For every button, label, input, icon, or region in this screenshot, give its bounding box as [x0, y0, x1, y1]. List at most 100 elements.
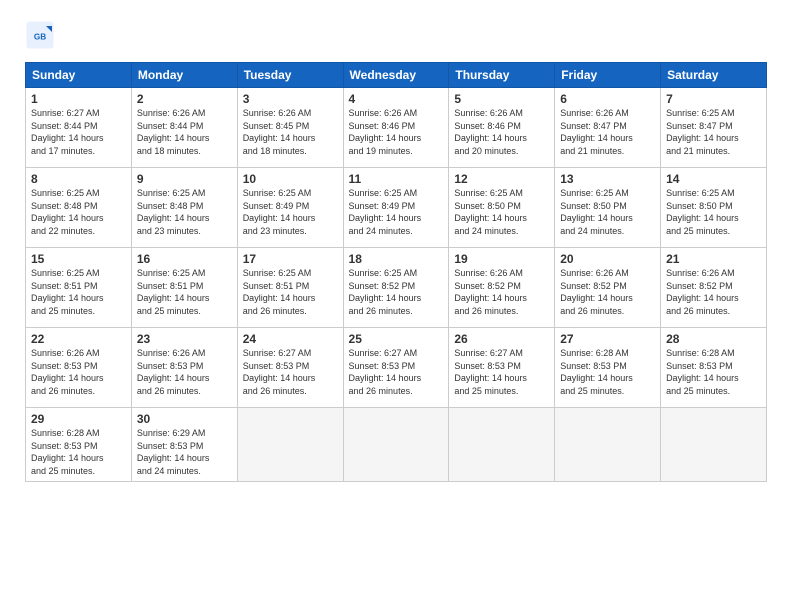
calendar-cell	[449, 408, 555, 482]
cell-details: Sunrise: 6:27 AMSunset: 8:53 PMDaylight:…	[349, 347, 444, 397]
day-number: 23	[137, 332, 232, 346]
calendar-cell: 24Sunrise: 6:27 AMSunset: 8:53 PMDayligh…	[237, 328, 343, 408]
calendar-cell: 5Sunrise: 6:26 AMSunset: 8:46 PMDaylight…	[449, 88, 555, 168]
calendar-cell: 16Sunrise: 6:25 AMSunset: 8:51 PMDayligh…	[131, 248, 237, 328]
cell-details: Sunrise: 6:26 AMSunset: 8:44 PMDaylight:…	[137, 107, 232, 157]
week-row-3: 15Sunrise: 6:25 AMSunset: 8:51 PMDayligh…	[26, 248, 767, 328]
day-number: 11	[349, 172, 444, 186]
day-number: 4	[349, 92, 444, 106]
day-number: 21	[666, 252, 761, 266]
calendar-table: SundayMondayTuesdayWednesdayThursdayFrid…	[25, 62, 767, 482]
cell-details: Sunrise: 6:25 AMSunset: 8:51 PMDaylight:…	[243, 267, 338, 317]
calendar-cell: 7Sunrise: 6:25 AMSunset: 8:47 PMDaylight…	[661, 88, 767, 168]
calendar-cell: 1Sunrise: 6:27 AMSunset: 8:44 PMDaylight…	[26, 88, 132, 168]
calendar-cell	[343, 408, 449, 482]
week-row-4: 22Sunrise: 6:26 AMSunset: 8:53 PMDayligh…	[26, 328, 767, 408]
cell-details: Sunrise: 6:25 AMSunset: 8:49 PMDaylight:…	[243, 187, 338, 237]
calendar-cell: 19Sunrise: 6:26 AMSunset: 8:52 PMDayligh…	[449, 248, 555, 328]
cell-details: Sunrise: 6:26 AMSunset: 8:52 PMDaylight:…	[666, 267, 761, 317]
cell-details: Sunrise: 6:27 AMSunset: 8:44 PMDaylight:…	[31, 107, 126, 157]
cell-details: Sunrise: 6:25 AMSunset: 8:52 PMDaylight:…	[349, 267, 444, 317]
calendar-cell: 21Sunrise: 6:26 AMSunset: 8:52 PMDayligh…	[661, 248, 767, 328]
cell-details: Sunrise: 6:27 AMSunset: 8:53 PMDaylight:…	[454, 347, 549, 397]
cell-details: Sunrise: 6:26 AMSunset: 8:47 PMDaylight:…	[560, 107, 655, 157]
day-number: 25	[349, 332, 444, 346]
calendar-cell: 13Sunrise: 6:25 AMSunset: 8:50 PMDayligh…	[555, 168, 661, 248]
day-number: 6	[560, 92, 655, 106]
calendar-cell: 26Sunrise: 6:27 AMSunset: 8:53 PMDayligh…	[449, 328, 555, 408]
calendar-cell	[555, 408, 661, 482]
calendar-header: SundayMondayTuesdayWednesdayThursdayFrid…	[26, 63, 767, 88]
col-header-sunday: Sunday	[26, 63, 132, 88]
calendar-cell: 17Sunrise: 6:25 AMSunset: 8:51 PMDayligh…	[237, 248, 343, 328]
day-number: 13	[560, 172, 655, 186]
day-number: 29	[31, 412, 126, 426]
week-row-1: 1Sunrise: 6:27 AMSunset: 8:44 PMDaylight…	[26, 88, 767, 168]
calendar-cell: 14Sunrise: 6:25 AMSunset: 8:50 PMDayligh…	[661, 168, 767, 248]
calendar-cell: 3Sunrise: 6:26 AMSunset: 8:45 PMDaylight…	[237, 88, 343, 168]
cell-details: Sunrise: 6:25 AMSunset: 8:47 PMDaylight:…	[666, 107, 761, 157]
calendar-cell: 11Sunrise: 6:25 AMSunset: 8:49 PMDayligh…	[343, 168, 449, 248]
week-row-5: 29Sunrise: 6:28 AMSunset: 8:53 PMDayligh…	[26, 408, 767, 482]
day-number: 19	[454, 252, 549, 266]
day-number: 1	[31, 92, 126, 106]
day-number: 18	[349, 252, 444, 266]
cell-details: Sunrise: 6:28 AMSunset: 8:53 PMDaylight:…	[560, 347, 655, 397]
page: GB SundayMondayTuesdayWednesdayThursdayF…	[0, 0, 792, 612]
logo-icon: GB	[25, 20, 55, 50]
calendar-cell: 2Sunrise: 6:26 AMSunset: 8:44 PMDaylight…	[131, 88, 237, 168]
col-header-saturday: Saturday	[661, 63, 767, 88]
calendar-cell: 29Sunrise: 6:28 AMSunset: 8:53 PMDayligh…	[26, 408, 132, 482]
day-number: 22	[31, 332, 126, 346]
cell-details: Sunrise: 6:25 AMSunset: 8:51 PMDaylight:…	[137, 267, 232, 317]
cell-details: Sunrise: 6:25 AMSunset: 8:51 PMDaylight:…	[31, 267, 126, 317]
calendar-cell: 12Sunrise: 6:25 AMSunset: 8:50 PMDayligh…	[449, 168, 555, 248]
day-number: 2	[137, 92, 232, 106]
col-header-tuesday: Tuesday	[237, 63, 343, 88]
cell-details: Sunrise: 6:26 AMSunset: 8:46 PMDaylight:…	[454, 107, 549, 157]
day-number: 17	[243, 252, 338, 266]
day-number: 30	[137, 412, 232, 426]
day-number: 15	[31, 252, 126, 266]
cell-details: Sunrise: 6:28 AMSunset: 8:53 PMDaylight:…	[31, 427, 126, 477]
day-number: 12	[454, 172, 549, 186]
day-number: 9	[137, 172, 232, 186]
header-row: SundayMondayTuesdayWednesdayThursdayFrid…	[26, 63, 767, 88]
day-number: 16	[137, 252, 232, 266]
cell-details: Sunrise: 6:26 AMSunset: 8:46 PMDaylight:…	[349, 107, 444, 157]
day-number: 7	[666, 92, 761, 106]
cell-details: Sunrise: 6:25 AMSunset: 8:50 PMDaylight:…	[560, 187, 655, 237]
week-row-2: 8Sunrise: 6:25 AMSunset: 8:48 PMDaylight…	[26, 168, 767, 248]
col-header-monday: Monday	[131, 63, 237, 88]
calendar-cell: 10Sunrise: 6:25 AMSunset: 8:49 PMDayligh…	[237, 168, 343, 248]
cell-details: Sunrise: 6:26 AMSunset: 8:52 PMDaylight:…	[560, 267, 655, 317]
day-number: 24	[243, 332, 338, 346]
day-number: 14	[666, 172, 761, 186]
calendar-cell: 8Sunrise: 6:25 AMSunset: 8:48 PMDaylight…	[26, 168, 132, 248]
calendar-cell	[661, 408, 767, 482]
calendar-cell: 4Sunrise: 6:26 AMSunset: 8:46 PMDaylight…	[343, 88, 449, 168]
col-header-wednesday: Wednesday	[343, 63, 449, 88]
calendar-cell: 9Sunrise: 6:25 AMSunset: 8:48 PMDaylight…	[131, 168, 237, 248]
calendar-cell: 20Sunrise: 6:26 AMSunset: 8:52 PMDayligh…	[555, 248, 661, 328]
day-number: 5	[454, 92, 549, 106]
cell-details: Sunrise: 6:25 AMSunset: 8:50 PMDaylight:…	[454, 187, 549, 237]
cell-details: Sunrise: 6:27 AMSunset: 8:53 PMDaylight:…	[243, 347, 338, 397]
calendar-cell: 22Sunrise: 6:26 AMSunset: 8:53 PMDayligh…	[26, 328, 132, 408]
cell-details: Sunrise: 6:25 AMSunset: 8:48 PMDaylight:…	[137, 187, 232, 237]
cell-details: Sunrise: 6:25 AMSunset: 8:48 PMDaylight:…	[31, 187, 126, 237]
cell-details: Sunrise: 6:28 AMSunset: 8:53 PMDaylight:…	[666, 347, 761, 397]
cell-details: Sunrise: 6:25 AMSunset: 8:50 PMDaylight:…	[666, 187, 761, 237]
day-number: 27	[560, 332, 655, 346]
calendar-cell: 23Sunrise: 6:26 AMSunset: 8:53 PMDayligh…	[131, 328, 237, 408]
cell-details: Sunrise: 6:25 AMSunset: 8:49 PMDaylight:…	[349, 187, 444, 237]
cell-details: Sunrise: 6:29 AMSunset: 8:53 PMDaylight:…	[137, 427, 232, 477]
calendar-body: 1Sunrise: 6:27 AMSunset: 8:44 PMDaylight…	[26, 88, 767, 482]
calendar-cell: 30Sunrise: 6:29 AMSunset: 8:53 PMDayligh…	[131, 408, 237, 482]
cell-details: Sunrise: 6:26 AMSunset: 8:53 PMDaylight:…	[31, 347, 126, 397]
cell-details: Sunrise: 6:26 AMSunset: 8:52 PMDaylight:…	[454, 267, 549, 317]
calendar-cell: 28Sunrise: 6:28 AMSunset: 8:53 PMDayligh…	[661, 328, 767, 408]
cell-details: Sunrise: 6:26 AMSunset: 8:45 PMDaylight:…	[243, 107, 338, 157]
svg-text:GB: GB	[34, 33, 46, 42]
col-header-thursday: Thursday	[449, 63, 555, 88]
